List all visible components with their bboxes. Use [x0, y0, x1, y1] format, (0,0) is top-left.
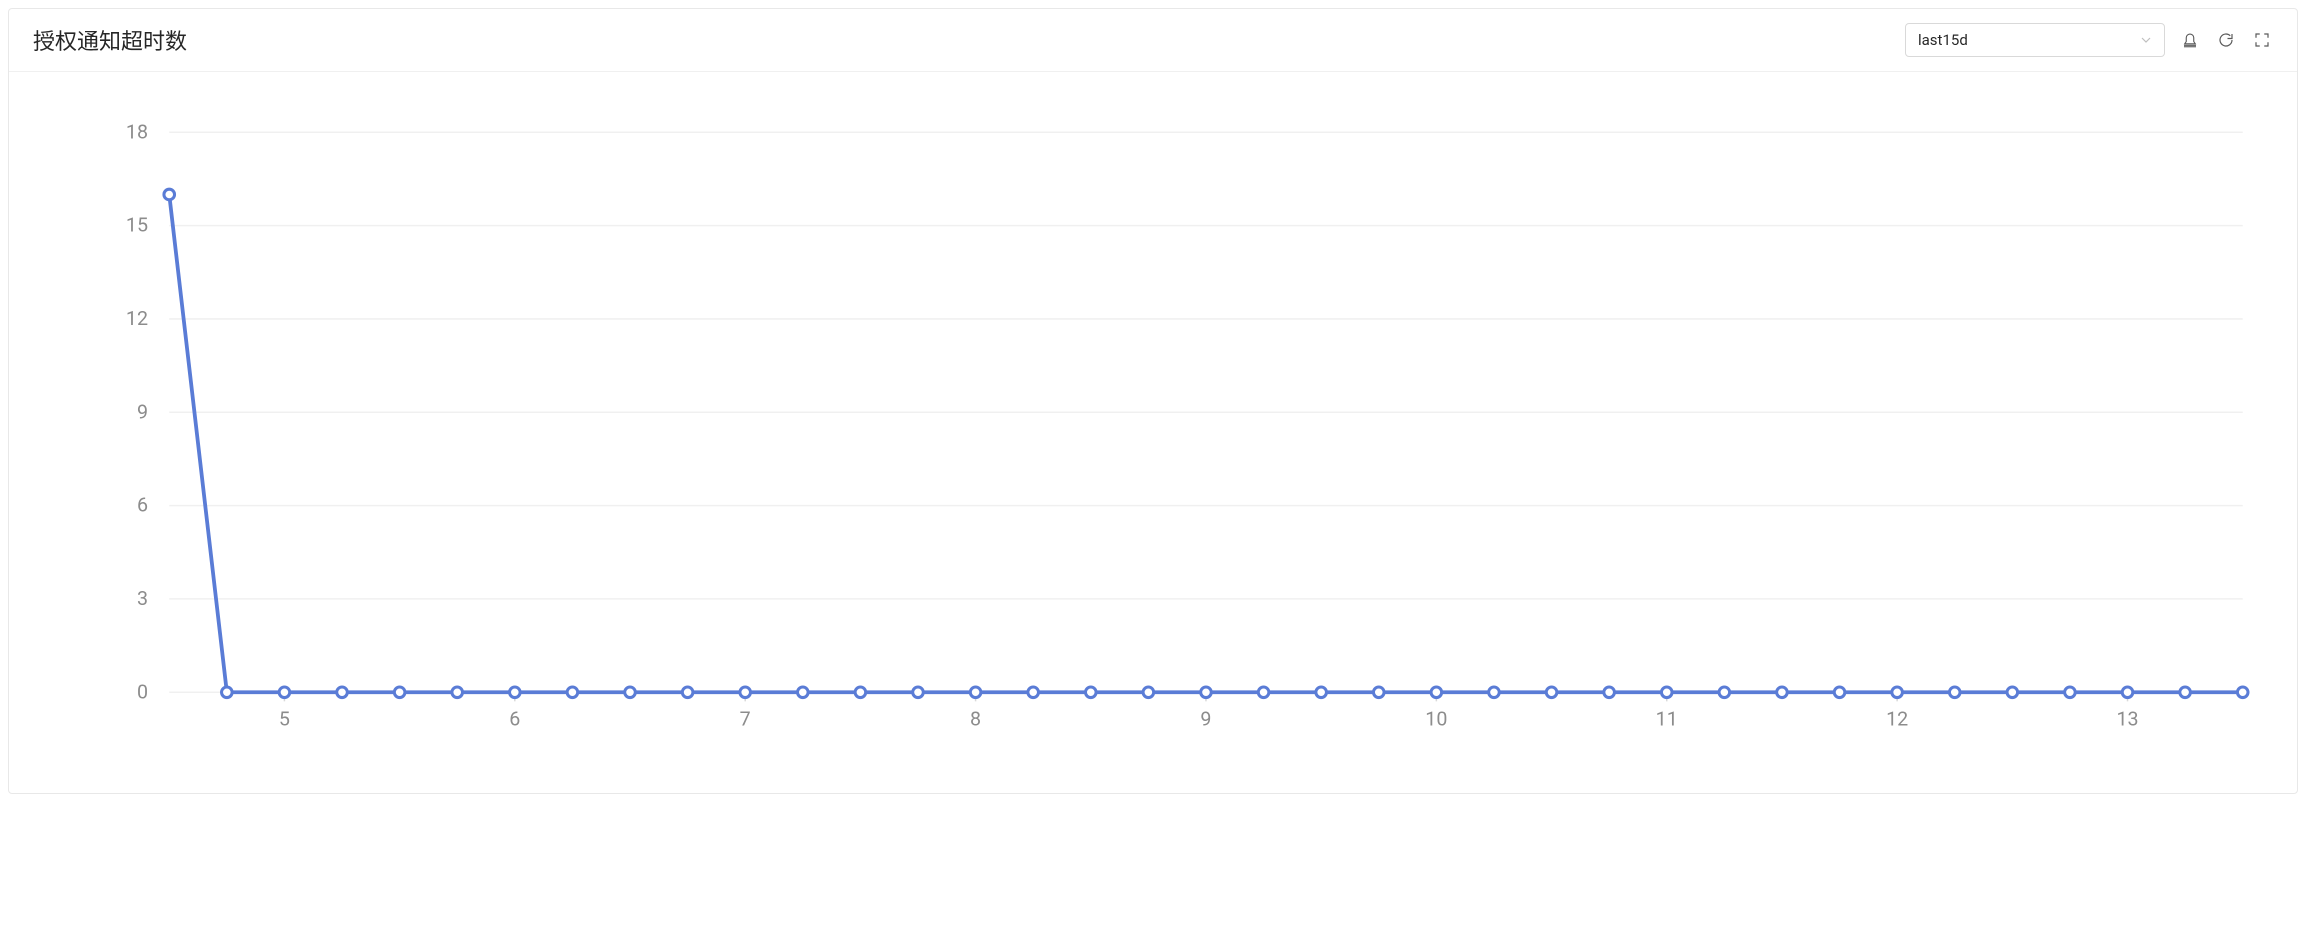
- x-tick-label: 10: [1425, 708, 1447, 731]
- data-point: [1085, 687, 1096, 698]
- data-point: [1028, 687, 1039, 698]
- fullscreen-icon[interactable]: [2251, 29, 2273, 51]
- y-tick-label: 9: [137, 400, 148, 423]
- data-point: [740, 687, 751, 698]
- data-point: [1949, 687, 1960, 698]
- data-point: [164, 189, 175, 200]
- x-tick-label: 5: [279, 708, 290, 731]
- data-point: [1546, 687, 1557, 698]
- data-point: [1489, 687, 1500, 698]
- data-point: [1258, 687, 1269, 698]
- alert-icon[interactable]: [2179, 29, 2201, 51]
- data-point: [913, 687, 924, 698]
- data-point: [682, 687, 693, 698]
- x-tick-label: 7: [740, 708, 751, 731]
- x-tick-label: 6: [509, 708, 520, 731]
- x-tick-label: 9: [1200, 708, 1211, 731]
- data-point: [1604, 687, 1615, 698]
- data-point: [625, 687, 636, 698]
- data-point: [337, 687, 348, 698]
- data-point: [1777, 687, 1788, 698]
- data-point: [855, 687, 866, 698]
- data-point: [222, 687, 233, 698]
- panel-header: 授权通知超时数 last15d: [9, 9, 2297, 72]
- panel-title: 授权通知超时数: [33, 24, 187, 56]
- data-point: [2180, 687, 2191, 698]
- refresh-icon[interactable]: [2215, 29, 2237, 51]
- y-tick-label: 12: [126, 307, 148, 330]
- data-point: [798, 687, 809, 698]
- data-point: [1431, 687, 1442, 698]
- y-tick-label: 18: [126, 120, 148, 143]
- chart-body: 0 3 6 9 12 15 18 5 6 7 8 9 10 11 12 13: [9, 72, 2297, 793]
- data-point: [394, 687, 405, 698]
- y-tick-label: 0: [137, 680, 148, 703]
- select-value: last15d: [1918, 31, 1968, 49]
- x-tick-label: 11: [1656, 708, 1678, 731]
- data-point: [510, 687, 521, 698]
- line-chart: 0 3 6 9 12 15 18 5 6 7 8 9 10 11 12 13: [33, 102, 2273, 753]
- data-point: [1316, 687, 1327, 698]
- y-tick-label: 3: [137, 587, 148, 610]
- panel-actions: last15d: [1905, 23, 2273, 57]
- data-point: [1373, 687, 1384, 698]
- data-line: [169, 194, 2242, 692]
- data-point: [2065, 687, 2076, 698]
- data-point: [1834, 687, 1845, 698]
- x-tick-label: 12: [1886, 708, 1908, 731]
- time-range-select[interactable]: last15d: [1905, 23, 2165, 57]
- data-point: [970, 687, 981, 698]
- data-point: [567, 687, 578, 698]
- x-tick-label: 13: [2116, 708, 2138, 731]
- data-point: [1143, 687, 1154, 698]
- data-point: [1661, 687, 1672, 698]
- data-point: [1719, 687, 1730, 698]
- data-point: [2007, 687, 2018, 698]
- data-point: [279, 687, 290, 698]
- chevron-down-icon: [2140, 34, 2152, 46]
- data-point: [2122, 687, 2133, 698]
- data-point: [2237, 687, 2248, 698]
- data-point: [452, 687, 463, 698]
- y-tick-label: 6: [137, 494, 148, 517]
- data-point: [1892, 687, 1903, 698]
- chart-panel: 授权通知超时数 last15d 0 3 6 9 12 15 18 5 6 7 8 9 10 11 12 13: [8, 8, 2298, 794]
- y-tick-label: 15: [126, 214, 148, 237]
- data-point: [1201, 687, 1212, 698]
- x-tick-label: 8: [970, 708, 981, 731]
